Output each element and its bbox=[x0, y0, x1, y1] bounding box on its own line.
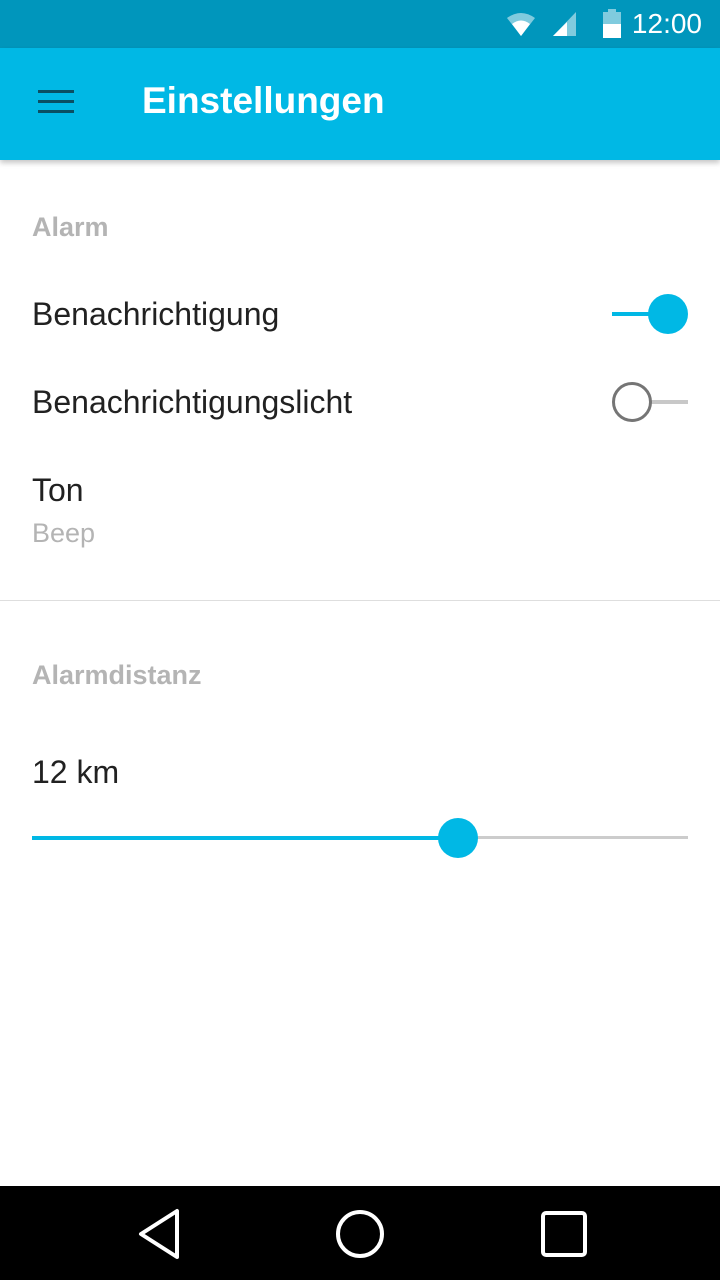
sound-value: Beep bbox=[32, 518, 96, 548]
back-icon[interactable] bbox=[134, 1208, 186, 1260]
notification-light-switch[interactable] bbox=[612, 382, 692, 422]
home-icon[interactable] bbox=[334, 1208, 386, 1260]
cell-signal-icon bbox=[553, 12, 576, 36]
recents-icon[interactable] bbox=[538, 1208, 590, 1260]
battery-icon bbox=[603, 9, 621, 38]
distance-value-label: 12 km bbox=[32, 754, 120, 790]
notification-switch[interactable] bbox=[608, 294, 688, 334]
notification-light-label[interactable]: Benachrichtigungslicht bbox=[32, 384, 352, 421]
section-header-distance: Alarmdistanz bbox=[32, 660, 202, 690]
section-header-alarm: Alarm bbox=[32, 212, 109, 242]
section-divider bbox=[0, 600, 720, 601]
status-time: 12:00 bbox=[631, 8, 702, 39]
slider-knob[interactable] bbox=[438, 818, 478, 858]
navigation-bar bbox=[0, 1186, 720, 1280]
hamburger-menu-icon[interactable] bbox=[38, 90, 74, 118]
wifi-icon bbox=[507, 13, 535, 36]
sound-label[interactable]: Ton bbox=[32, 472, 84, 509]
notification-label[interactable]: Benachrichtigung bbox=[32, 296, 279, 333]
status-bar: 12:00 bbox=[0, 0, 720, 48]
slider-fill bbox=[32, 836, 458, 840]
page-title: Einstellungen bbox=[142, 80, 385, 121]
app-bar: Einstellungen bbox=[0, 48, 720, 160]
distance-slider[interactable] bbox=[32, 816, 688, 860]
